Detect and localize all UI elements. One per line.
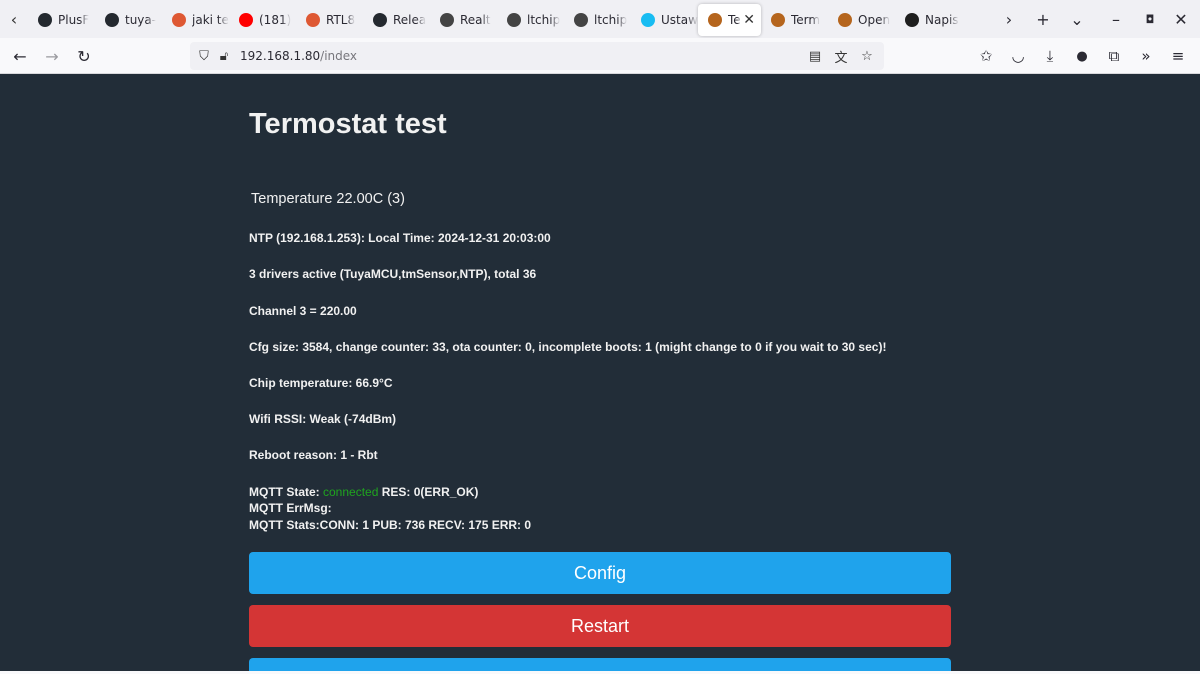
site-icon (574, 13, 588, 27)
site-icon (440, 13, 454, 27)
url-text[interactable]: 192.168.1.80/index (240, 49, 357, 63)
github-icon (105, 13, 119, 27)
tab-label: Relea (393, 13, 427, 27)
mqtt-errmsg: MQTT ErrMsg: (249, 501, 332, 515)
temperature-status: Temperature 22.00C (3) (251, 191, 405, 207)
mqtt-state-label: MQTT State: (249, 485, 323, 499)
browser-tab[interactable]: ltchip (497, 4, 564, 36)
tab-label: Term (791, 13, 821, 27)
config-button[interactable]: Config (249, 552, 951, 594)
overflow-menu-icon[interactable]: » (1130, 44, 1162, 68)
tab-label: Open (858, 13, 891, 27)
new-tab-button[interactable]: + (1026, 0, 1060, 38)
bookmark-star-icon[interactable]: ☆ (856, 46, 878, 66)
extensions-icon[interactable]: ⧉ (1098, 44, 1130, 68)
mqtt-connected-value: connected (323, 485, 379, 499)
back-button[interactable]: ← (8, 44, 32, 68)
tab-label: tuya- (125, 13, 157, 27)
minimize-window-button[interactable]: – (1094, 0, 1138, 38)
browser-tab[interactable]: (181) (229, 4, 296, 36)
reader-view-icon[interactable]: ▤ (804, 46, 826, 66)
browser-tab[interactable]: RTL8 (296, 4, 363, 36)
tab-label: ltchip (527, 13, 561, 27)
pocket-icon[interactable]: ◡ (1002, 44, 1034, 68)
tab-label: Te (728, 13, 741, 27)
ntp-status: NTP (192.168.1.253): Local Time: 2024-12… (249, 231, 551, 245)
tab-label: Realt (460, 13, 491, 27)
openbeken-icon (708, 13, 722, 27)
duckduckgo-icon (306, 13, 320, 27)
tab-bar-controls: › + ⌄ – ◘ ✕ (992, 0, 1200, 38)
next-button-partial[interactable] (249, 658, 951, 672)
tab-scroll-left-icon[interactable]: ‹ (0, 0, 28, 38)
tab-bar: ‹ PlusF tuya-jaki te (181) RTL8 Relea Realt lt… (0, 0, 1200, 38)
tab-label: RTL8 (326, 13, 356, 27)
browser-tab[interactable]: tuya- (95, 4, 162, 36)
navigation-bar: ← → ↻ ⛉ 🔓︎ 192.168.1.80/index ▤ 文 ☆ ✩ ◡ … (0, 38, 1200, 74)
browser-tab[interactable]: Realt (430, 4, 497, 36)
wifi-rssi-status: Wifi RSSI: Weak (-74dBm) (249, 412, 397, 426)
close-window-button[interactable]: ✕ (1162, 0, 1200, 38)
url-path: /index (320, 49, 358, 63)
url-host: 192.168.1.80 (240, 49, 321, 63)
github-icon (373, 13, 387, 27)
edge-icon (905, 13, 919, 27)
site-icon (507, 13, 521, 27)
browser-tab[interactable]: Term (761, 4, 828, 36)
restart-button[interactable]: Restart (249, 605, 951, 647)
maximize-window-button[interactable]: ◘ (1138, 0, 1162, 38)
app-menu-icon[interactable]: ≡ (1162, 44, 1194, 68)
browser-tab[interactable]: PlusF (28, 4, 95, 36)
home-assistant-icon (641, 13, 655, 27)
tab-scroll-right-icon[interactable]: › (992, 0, 1026, 38)
openbeken-icon (771, 13, 785, 27)
mqtt-res: RES: 0(ERR_OK) (378, 485, 479, 499)
page-title: Termostat test (249, 108, 447, 140)
reload-button[interactable]: ↻ (72, 44, 96, 68)
tab-label: (181) (259, 13, 292, 27)
openbeken-icon (838, 13, 852, 27)
cfg-status: Cfg size: 3584, change counter: 33, ota … (249, 340, 887, 354)
url-bar[interactable]: ⛉ 🔓︎ 192.168.1.80/index ▤ 文 ☆ (190, 42, 884, 70)
browser-tab[interactable]: Napis (895, 4, 962, 36)
translate-icon[interactable]: 文 (830, 46, 852, 66)
tab-label: ltchip (594, 13, 628, 27)
downloads-icon[interactable]: ⤓ (1034, 44, 1066, 68)
web-page: Termostat test Temperature 22.00C (3) NT… (0, 75, 1200, 672)
mqtt-stats: MQTT Stats:CONN: 1 PUB: 736 RECV: 175 ER… (249, 518, 532, 532)
shield-icon[interactable]: ⛉ (194, 46, 214, 66)
tab-strip: PlusF tuya-jaki te (181) RTL8 Relea Realt ltch… (28, 0, 962, 38)
toolbar-actions: ✩ ◡ ⤓ ● ⧉ » ≡ (970, 44, 1194, 68)
browser-tab[interactable]: Te ✕ (698, 4, 761, 36)
tab-label: Napis (925, 13, 959, 27)
list-all-tabs-chevron-down-icon[interactable]: ⌄ (1060, 0, 1094, 38)
browser-tab[interactable]: jaki te (162, 4, 229, 36)
insecure-lock-icon[interactable]: 🔓︎ (214, 46, 234, 66)
github-icon (38, 13, 52, 27)
browser-tab[interactable]: Open (828, 4, 895, 36)
youtube-icon (239, 13, 253, 27)
reboot-reason-status: Reboot reason: 1 - Rbt (249, 448, 378, 462)
tab-label: jaki te (192, 13, 229, 27)
forward-button[interactable]: → (40, 44, 64, 68)
tab-label: Ustaw (661, 13, 698, 27)
channel-status: Channel 3 = 220.00 (249, 304, 357, 318)
drivers-status: 3 drivers active (TuyaMCU,tmSensor,NTP),… (249, 267, 537, 281)
mqtt-state-line: MQTT State: connected RES: 0(ERR_OK) (249, 485, 478, 499)
tab-label: PlusF (58, 13, 90, 27)
url-bar-actions: ▤ 文 ☆ (804, 46, 878, 66)
duckduckgo-icon (172, 13, 186, 27)
browser-tab[interactable]: Relea (363, 4, 430, 36)
bookmarks-menu-icon[interactable]: ✩ (970, 44, 1002, 68)
browser-tab[interactable]: ltchip (564, 4, 631, 36)
browser-tab[interactable]: Ustaw (631, 4, 698, 36)
account-icon[interactable]: ● (1066, 44, 1098, 68)
close-tab-icon[interactable]: ✕ (743, 12, 755, 28)
chip-temperature-status: Chip temperature: 66.9°C (249, 376, 393, 390)
